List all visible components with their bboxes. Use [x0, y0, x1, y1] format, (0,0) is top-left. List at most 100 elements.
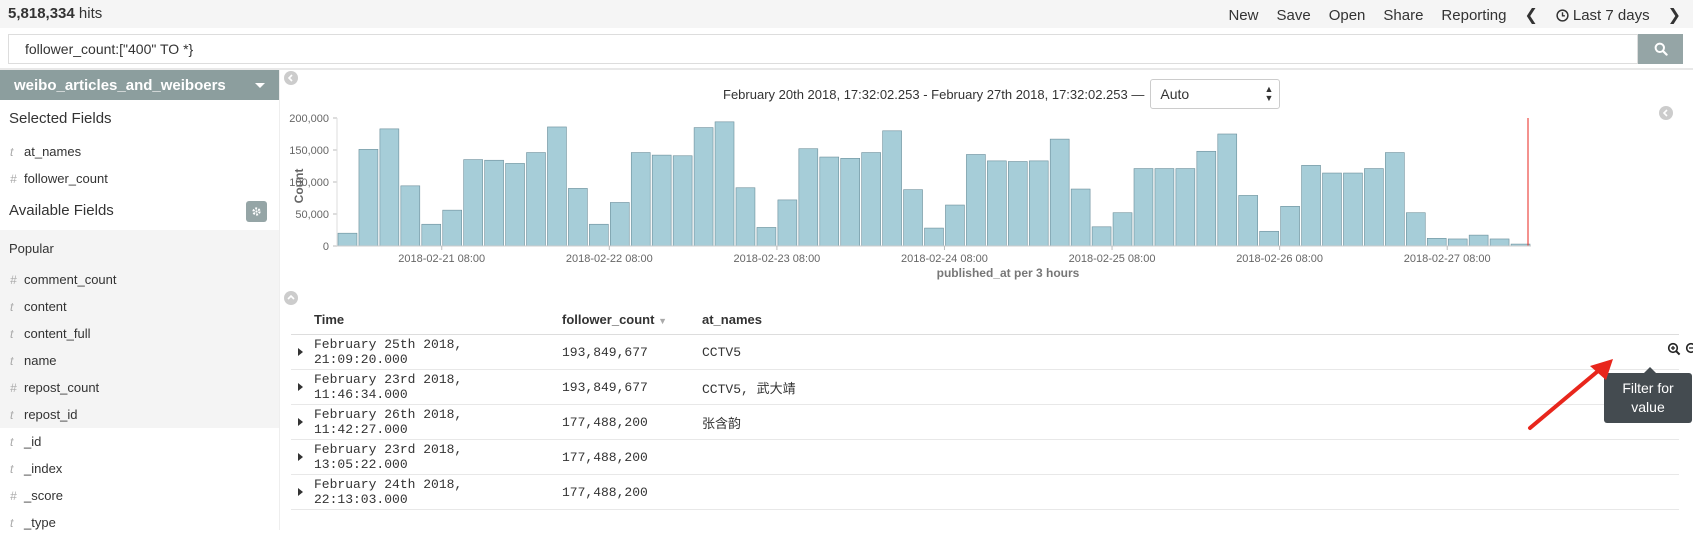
histogram-bar[interactable] — [1112, 212, 1133, 247]
sort-caret-icon[interactable]: ▼ — [658, 316, 667, 326]
histogram-bar[interactable] — [1468, 234, 1489, 247]
histogram-bar[interactable] — [1217, 133, 1238, 247]
row-expand-toggle[interactable] — [291, 383, 314, 391]
table-row[interactable]: February 24th 2018, 22:13:03.000 177,488,… — [291, 475, 1679, 510]
histogram-bar[interactable] — [987, 160, 1007, 247]
histogram-bar[interactable] — [1343, 172, 1363, 247]
histogram-bar[interactable] — [1406, 212, 1426, 247]
open-button[interactable]: Open — [1329, 7, 1366, 24]
histogram-bar[interactable] — [568, 188, 588, 247]
histogram-bar[interactable] — [1008, 161, 1028, 247]
histogram-bar[interactable] — [1322, 172, 1342, 247]
field-item-at-names[interactable]: t at_names — [0, 138, 279, 165]
histogram-bar[interactable] — [421, 223, 442, 247]
field-item-follower-count[interactable]: # follower_count — [0, 165, 279, 192]
table-row[interactable]: February 26th 2018, 11:42:27.000 177,488,… — [291, 405, 1679, 440]
col-at-names[interactable]: at_names — [702, 312, 1679, 327]
histogram-bar[interactable] — [777, 199, 798, 247]
histogram-bar[interactable] — [1238, 195, 1258, 247]
field-item-repost-count[interactable]: # repost_count — [0, 374, 279, 401]
histogram-bar[interactable] — [819, 156, 840, 247]
histogram-bar[interactable] — [1070, 188, 1091, 247]
field-settings-button[interactable] — [246, 201, 267, 222]
histogram-bar[interactable] — [505, 163, 525, 247]
new-button[interactable]: New — [1228, 7, 1258, 24]
histogram-bar[interactable] — [630, 152, 651, 247]
table-row[interactable]: February 25th 2018, 21:09:20.000 193,849,… — [291, 335, 1693, 370]
time-picker[interactable]: Last 7 days — [1556, 7, 1650, 24]
field-item-comment-count[interactable]: # comment_count — [0, 266, 279, 293]
histogram-bar[interactable] — [1364, 168, 1384, 247]
histogram-bar[interactable] — [1175, 168, 1196, 247]
histogram-bar[interactable] — [798, 148, 819, 247]
collapse-sidebar-button[interactable] — [284, 71, 298, 85]
chevron-right-icon[interactable]: ❯ — [1668, 5, 1681, 25]
histogram-bar[interactable] — [379, 128, 400, 247]
histogram-bar[interactable] — [1301, 165, 1321, 247]
col-follower-count[interactable]: follower_count ▼ — [562, 312, 702, 327]
field-item--type[interactable]: t _type — [0, 509, 279, 536]
chevron-left-icon[interactable]: ❮ — [1524, 5, 1537, 25]
histogram-bar[interactable] — [610, 202, 630, 247]
share-button[interactable]: Share — [1383, 7, 1423, 24]
histogram-bar[interactable] — [945, 204, 965, 247]
histogram-bar[interactable] — [526, 152, 546, 247]
histogram-bar[interactable] — [1196, 150, 1217, 247]
histogram-bar[interactable] — [1154, 168, 1175, 247]
cell-follower-count[interactable]: 193,849,677 — [562, 380, 702, 395]
histogram-bar[interactable] — [442, 209, 462, 247]
histogram-bar[interactable] — [672, 155, 693, 247]
histogram-bar[interactable] — [1259, 230, 1279, 247]
histogram-bar[interactable] — [756, 227, 777, 247]
histogram-bar[interactable] — [1049, 138, 1070, 247]
histogram-bar[interactable] — [547, 126, 567, 247]
histogram-bar[interactable] — [735, 187, 756, 247]
histogram-bar[interactable] — [903, 189, 923, 247]
zoom-in-icon[interactable] — [1667, 342, 1681, 356]
histogram-bar[interactable] — [882, 130, 902, 247]
cell-follower-count[interactable]: 177,488,200 — [562, 485, 702, 500]
histogram-bar[interactable] — [861, 152, 881, 247]
cell-time[interactable]: February 25th 2018, 21:09:20.000 — [314, 337, 562, 367]
histogram-bar[interactable] — [358, 149, 379, 247]
field-item--index[interactable]: t _index — [0, 455, 279, 482]
field-item-content-full[interactable]: t content_full — [0, 320, 279, 347]
save-button[interactable]: Save — [1276, 7, 1310, 24]
zoom-out-icon[interactable] — [1685, 342, 1693, 356]
col-time[interactable]: Time — [314, 312, 562, 327]
histogram-bar[interactable] — [1426, 238, 1447, 247]
histogram-bar[interactable] — [589, 223, 609, 247]
search-button[interactable] — [1638, 34, 1683, 64]
histogram-bar[interactable] — [463, 159, 483, 247]
histogram-bar[interactable] — [1280, 206, 1300, 247]
field-item-repost-id[interactable]: t repost_id — [0, 401, 279, 428]
histogram-bar[interactable] — [924, 227, 944, 247]
cell-time[interactable]: February 26th 2018, 11:42:27.000 — [314, 407, 562, 437]
index-pattern-selector[interactable]: weibo_articles_and_weiboers — [0, 70, 279, 100]
histogram-bar[interactable] — [1489, 238, 1510, 247]
row-expand-toggle[interactable] — [291, 453, 314, 461]
cell-follower-count[interactable]: 193,849,677 — [562, 345, 702, 360]
cell-follower-count[interactable]: 177,488,200 — [562, 415, 702, 430]
histogram-bar[interactable] — [693, 127, 714, 247]
histogram-bar[interactable] — [1091, 226, 1112, 247]
row-expand-toggle[interactable] — [291, 348, 314, 356]
reporting-button[interactable]: Reporting — [1441, 7, 1506, 24]
legend-toggle-button[interactable] — [1659, 106, 1673, 120]
histogram-bar[interactable] — [1447, 238, 1468, 247]
collapse-chart-button[interactable] — [284, 291, 298, 305]
cell-follower-count[interactable]: 177,488,200 — [562, 450, 702, 465]
cell-time[interactable]: February 24th 2018, 22:13:03.000 — [314, 477, 562, 507]
histogram-bar[interactable] — [1133, 168, 1154, 247]
histogram-bar[interactable] — [400, 185, 421, 247]
cell-time[interactable]: February 23rd 2018, 13:05:22.000 — [314, 442, 562, 472]
table-row[interactable]: February 23rd 2018, 11:46:34.000 193,849,… — [291, 370, 1679, 405]
histogram-bar[interactable] — [651, 154, 672, 247]
row-expand-toggle[interactable] — [291, 488, 314, 496]
field-item-name[interactable]: t name — [0, 347, 279, 374]
histogram-bar[interactable] — [1385, 152, 1405, 247]
histogram-bar[interactable] — [484, 159, 504, 247]
histogram-bar[interactable] — [714, 121, 735, 247]
interval-select[interactable]: Auto ▲ ▼ — [1150, 79, 1281, 109]
cell-time[interactable]: February 23rd 2018, 11:46:34.000 — [314, 372, 562, 402]
